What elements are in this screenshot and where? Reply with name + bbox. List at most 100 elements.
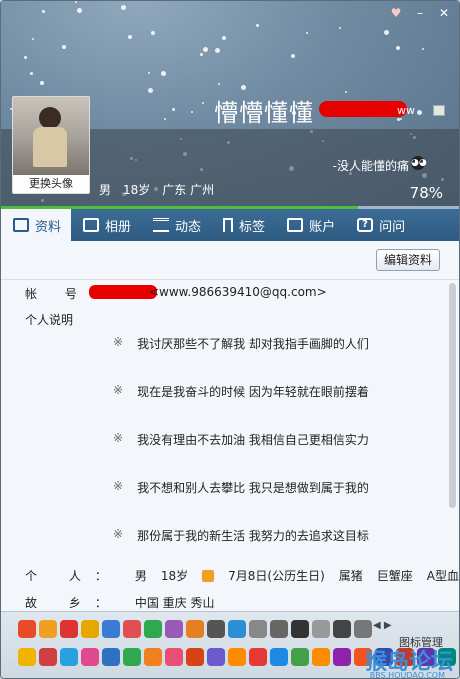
crown-icon	[202, 569, 215, 582]
redaction-mark	[319, 101, 407, 117]
snowflake	[30, 72, 33, 75]
nickname: 懵懵懂懂	[214, 99, 314, 127]
service-icon[interactable]	[333, 620, 351, 638]
service-icon[interactable]	[291, 648, 309, 666]
snowflake	[40, 81, 44, 85]
service-icon[interactable]	[81, 648, 99, 666]
snowflake	[200, 53, 203, 56]
service-icon[interactable]	[333, 648, 351, 666]
service-icon[interactable]	[18, 620, 36, 638]
service-icon[interactable]	[186, 648, 204, 666]
snowflake	[384, 30, 389, 35]
scrollbar-thumb[interactable]	[449, 283, 456, 508]
snowflake	[42, 10, 45, 13]
tab-album[interactable]: 相册	[71, 209, 141, 241]
hometown-label: 故 乡：	[25, 596, 121, 610]
service-icon[interactable]	[123, 620, 141, 638]
wallet-icon	[287, 218, 304, 232]
personal-age: 18岁	[160, 569, 189, 583]
service-icon[interactable]	[81, 620, 99, 638]
tab-label: 相册	[105, 219, 132, 235]
motto-line: ※ 那份属于我的新生活 我努力的去追求这目标	[113, 527, 369, 544]
personal-info-row: 个 人： 男 18岁 7月8日(公历生日) 属猪 巨蟹座 A型血	[25, 567, 459, 584]
service-icon[interactable]	[354, 620, 372, 638]
question-icon: ?	[357, 218, 374, 232]
service-icon[interactable]	[249, 648, 267, 666]
motto-text: 我没有理由不去加油 我相信自己更相信实力	[137, 433, 369, 447]
age: 18岁	[123, 183, 151, 197]
motto-text: 那份属于我的新生活 我努力的去追求这目标	[137, 529, 369, 543]
profile-card-icon	[13, 218, 29, 232]
personal-label: 个 人：	[25, 569, 121, 583]
icon-scroll-arrows[interactable]: ◀ ▶	[373, 620, 392, 631]
service-icon[interactable]	[249, 620, 267, 638]
tab-questions[interactable]: ? 问问	[345, 209, 415, 241]
service-icon[interactable]	[312, 648, 330, 666]
tab-tags[interactable]: 标签	[211, 209, 275, 241]
service-icon[interactable]	[123, 648, 141, 666]
snowflake	[202, 102, 204, 104]
motto-text: 我不想和别人去攀比 我只是想做到属于我的	[137, 481, 369, 495]
signature[interactable]: -没人能懂的痛	[333, 157, 409, 174]
motto-text: 现在是我奋斗的时候 因为年轻就在眼前摆着	[137, 385, 369, 399]
service-icon[interactable]	[228, 620, 246, 638]
avatar[interactable]: 更换头像	[12, 96, 90, 194]
service-icon[interactable]	[144, 648, 162, 666]
service-icon[interactable]	[228, 648, 246, 666]
service-icon[interactable]	[60, 620, 78, 638]
service-icon[interactable]	[270, 648, 288, 666]
tab-label: 标签	[239, 219, 266, 235]
snowflake	[396, 46, 400, 50]
tab-profile[interactable]: 资料	[1, 209, 72, 241]
motto-line: ※ 现在是我奋斗的时候 因为年轻就在眼前摆着	[113, 383, 369, 400]
profile-banner: ♥ – ✕ 更换头像 懵懵懂懂 ww -没人能懂的痛 ◕◕ 男 18岁 广东 广…	[1, 1, 459, 206]
close-button[interactable]: ✕	[435, 5, 453, 21]
snowflake	[215, 48, 220, 53]
hometown-row: 故 乡： 中国 重庆 秀山	[25, 594, 214, 611]
profile-content: 编辑资料 帐 号： <www.986639410@qq.com> 个人说明 ※ …	[1, 241, 459, 611]
motto-text: 我讨厌那些不了解我 却对我指手画脚的人们	[137, 337, 369, 351]
motto-line: ※ 我讨厌那些不了解我 却对我指手画脚的人们	[113, 335, 369, 352]
snowflake	[128, 35, 132, 39]
motto-mark: ※	[113, 479, 124, 493]
motto-mark: ※	[113, 335, 124, 349]
skin-icon[interactable]: ♥	[387, 5, 405, 21]
tab-label: 动态	[175, 219, 202, 235]
profile-window: ♥ – ✕ 更换头像 懵懵懂懂 ww -没人能懂的痛 ◕◕ 男 18岁 广东 广…	[0, 0, 460, 679]
snowflake	[172, 108, 175, 111]
tab-account[interactable]: 账户	[275, 209, 345, 241]
service-icon[interactable]	[186, 620, 204, 638]
nickname-tail: ww	[397, 104, 415, 117]
service-icon[interactable]	[60, 648, 78, 666]
motto-line: ※ 我不想和别人去攀比 我只是想做到属于我的	[113, 479, 369, 496]
service-icon[interactable]	[165, 620, 183, 638]
service-icon[interactable]	[102, 620, 120, 638]
account-value: <www.986639410@qq.com>	[149, 285, 327, 299]
service-icon[interactable]	[39, 620, 57, 638]
snowflake	[164, 118, 166, 120]
avatar-body	[33, 127, 67, 167]
snowflake	[148, 88, 153, 93]
service-icon[interactable]	[312, 620, 330, 638]
minimize-button[interactable]: –	[411, 5, 429, 21]
edit-profile-button[interactable]: 编辑资料	[376, 249, 440, 271]
icon-bar: ◀ ▶ 图标管理 猴岛论坛 BBS.HOUDAO.COM	[1, 611, 459, 678]
snowflake	[24, 56, 27, 59]
completion-percent: 78%	[409, 184, 443, 202]
service-icon[interactable]	[165, 648, 183, 666]
service-icon[interactable]	[18, 648, 36, 666]
tab-label: 问问	[379, 219, 406, 235]
personal-constellation: 巨蟹座	[376, 569, 413, 583]
change-avatar-button[interactable]: 更换头像	[13, 175, 89, 193]
service-icon[interactable]	[39, 648, 57, 666]
snowflake	[161, 71, 166, 76]
scrollbar[interactable]	[447, 283, 457, 609]
service-icon[interactable]	[207, 620, 225, 638]
service-icon[interactable]	[102, 648, 120, 666]
tab-feed[interactable]: 动态	[141, 209, 211, 241]
service-icon[interactable]	[207, 648, 225, 666]
service-icon[interactable]	[144, 620, 162, 638]
motto-mark: ※	[113, 527, 124, 541]
service-icon[interactable]	[270, 620, 288, 638]
service-icon[interactable]	[291, 620, 309, 638]
